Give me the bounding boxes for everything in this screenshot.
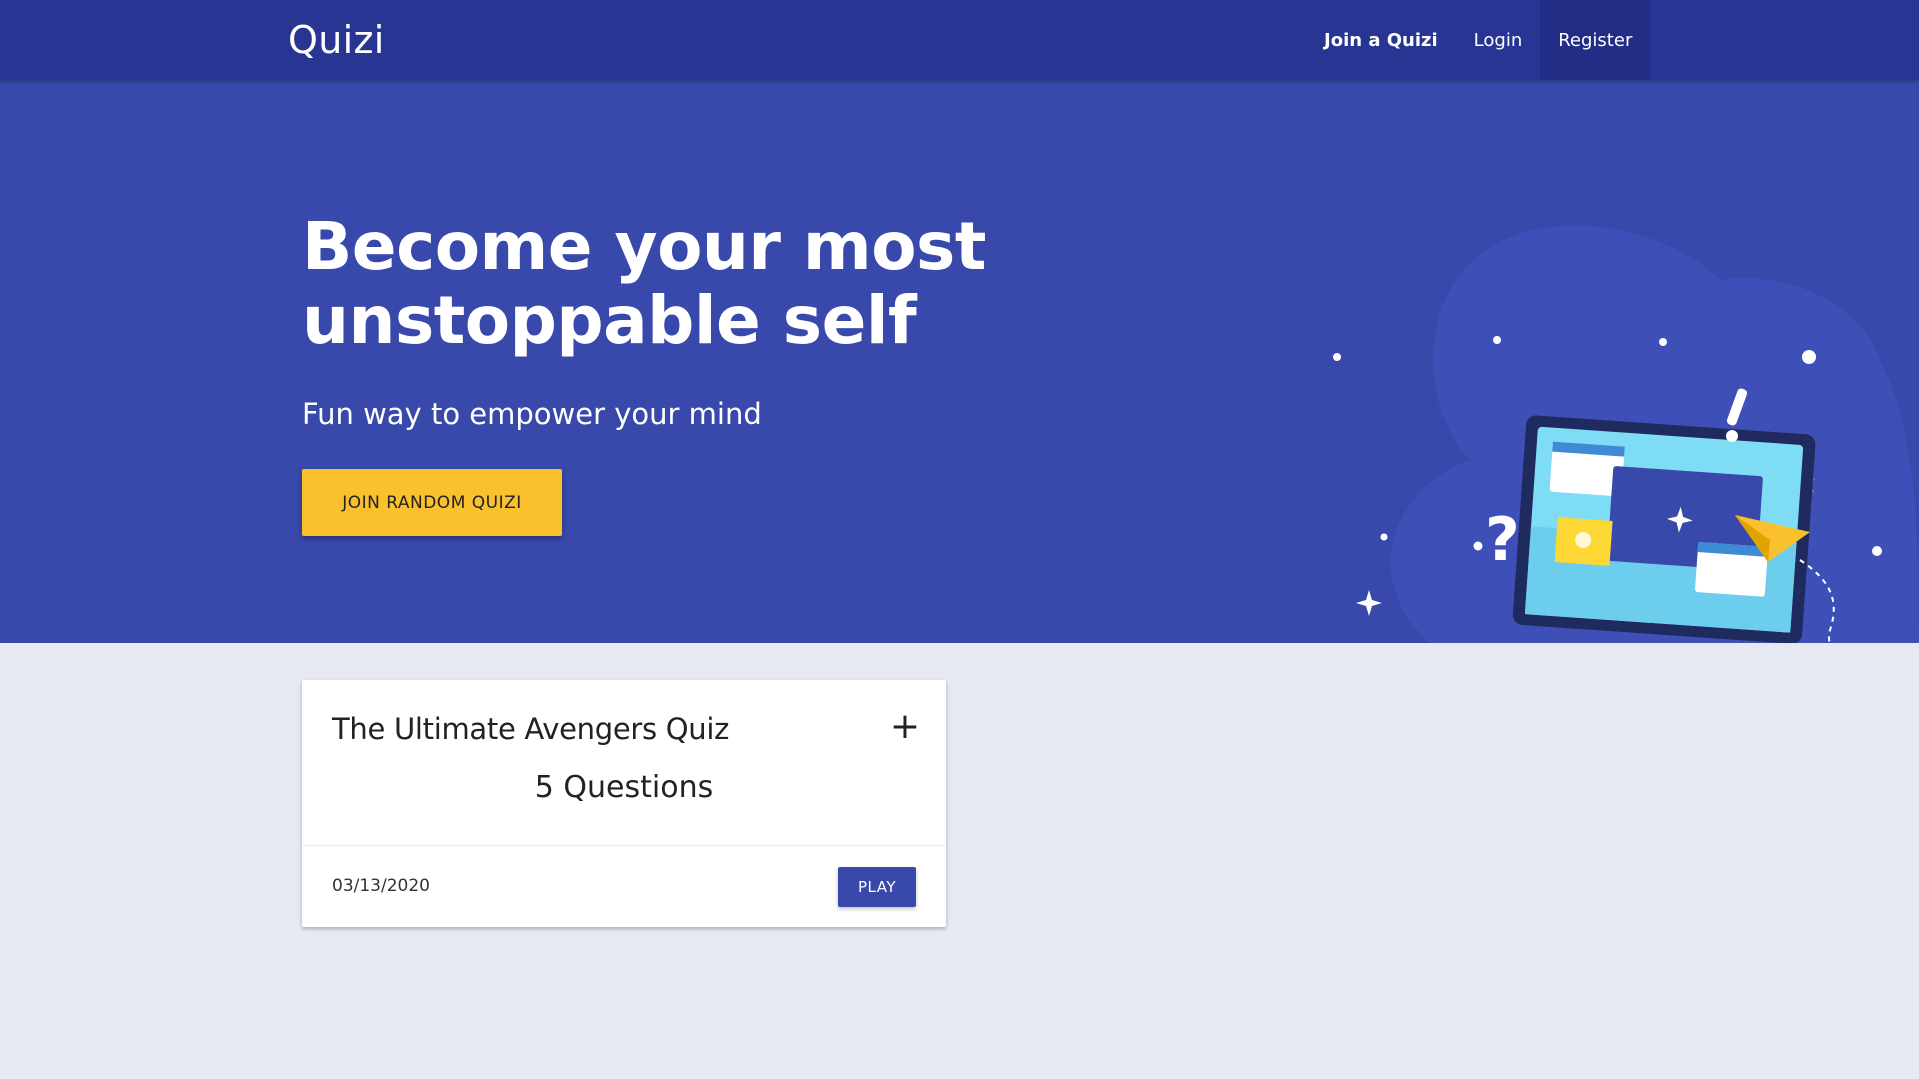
quiz-date: 03/13/2020: [332, 876, 430, 896]
hero-subtitle: Fun way to empower your mind: [302, 397, 762, 431]
nav-register-label: Register: [1558, 29, 1633, 51]
card-divider: [302, 845, 946, 846]
quiz-question-count: 5 Questions: [534, 770, 714, 805]
star-icon: [1356, 590, 1382, 616]
nav-join-a-quizi[interactable]: Join a Quizi: [1306, 0, 1456, 80]
nav-links: Join a Quizi Login Register: [1306, 0, 1651, 80]
quiz-card: The Ultimate Avengers Quiz + 5 Questions…: [302, 680, 946, 927]
hero-title-line2: unstoppable self: [302, 282, 917, 359]
hero-title: Become your most unstoppable self: [302, 210, 1002, 358]
join-random-quizi-button[interactable]: JOIN RANDOM QUIZI: [302, 469, 562, 536]
play-button[interactable]: PLAY: [838, 867, 916, 907]
nav-join-label: Join a Quizi: [1324, 29, 1438, 51]
laptop-quiz-illustration: ?: [1333, 225, 1919, 643]
hero-title-line1: Become your most: [302, 208, 986, 285]
hero-banner: Become your most unstoppable self Fun wa…: [0, 80, 1919, 643]
brand-logo[interactable]: Quizi: [288, 18, 385, 62]
plus-icon: +: [889, 706, 921, 747]
nav-login[interactable]: Login: [1456, 0, 1541, 80]
question-mark-icon: ?: [1485, 505, 1520, 575]
quiz-card-title: The Ultimate Avengers Quiz: [332, 712, 730, 746]
nav-register[interactable]: Register: [1540, 0, 1651, 80]
top-navbar: Quizi Join a Quizi Login Register: [0, 0, 1919, 80]
add-quiz-button[interactable]: +: [888, 709, 922, 745]
nav-login-label: Login: [1473, 29, 1523, 51]
